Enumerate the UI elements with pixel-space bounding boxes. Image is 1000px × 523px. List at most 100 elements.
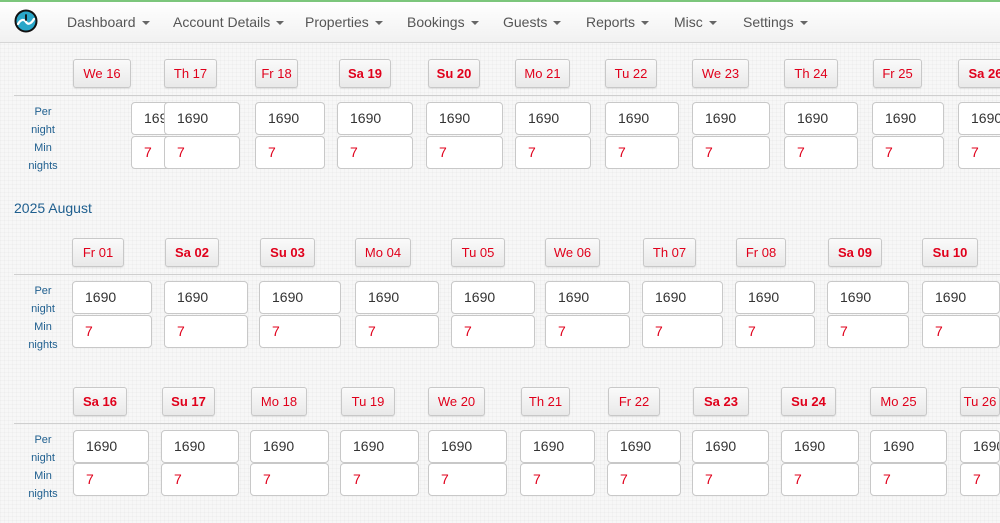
min-nights-input[interactable]: 7 [784, 136, 858, 169]
price-per-night-input[interactable]: 1690 [355, 281, 439, 314]
price-per-night-input[interactable]: 1690 [642, 281, 723, 314]
day-button[interactable]: We 06 [545, 238, 600, 267]
price-per-night-input[interactable]: 1690 [428, 430, 507, 463]
day-button[interactable]: Tu 05 [451, 238, 505, 267]
min-nights-input[interactable]: 7 [255, 136, 325, 169]
nav-reports[interactable]: Reports [586, 2, 650, 43]
price-per-night-input[interactable]: 1690 [451, 281, 535, 314]
min-nights-input[interactable]: 7 [781, 463, 859, 496]
day-button[interactable]: Su 24 [781, 387, 836, 416]
day-button[interactable]: Sa 09 [828, 238, 882, 267]
day-button[interactable]: Sa 02 [165, 238, 219, 267]
price-per-night-input[interactable]: 1690 [872, 102, 944, 135]
min-nights-input[interactable]: 7 [426, 136, 503, 169]
logo-icon[interactable] [14, 9, 38, 33]
price-per-night-input[interactable]: 1690 [784, 102, 858, 135]
nav-account-details[interactable]: Account Details [173, 2, 285, 43]
min-nights-input[interactable]: 7 [870, 463, 947, 496]
min-nights-input[interactable]: 7 [337, 136, 413, 169]
price-per-night-input[interactable]: 1690 [960, 430, 1000, 463]
day-button[interactable]: Sa 23 [693, 387, 749, 416]
price-per-night-input[interactable]: 1690 [520, 430, 595, 463]
price-per-night-input[interactable]: 1690 [426, 102, 503, 135]
min-nights-input[interactable]: 7 [161, 463, 239, 496]
min-nights-input[interactable]: 7 [958, 136, 1000, 169]
min-nights-input[interactable]: 7 [428, 463, 507, 496]
nav-guests[interactable]: Guests [503, 2, 562, 43]
price-per-night-input[interactable]: 1690 [337, 102, 413, 135]
nav-bookings[interactable]: Bookings [407, 2, 479, 43]
price-per-night-input[interactable]: 1690 [259, 281, 341, 314]
min-nights-input[interactable]: 7 [259, 315, 341, 348]
min-nights-input[interactable]: 7 [922, 315, 1000, 348]
min-nights-input[interactable]: 7 [515, 136, 591, 169]
price-per-night-input[interactable]: 1690 [958, 102, 1000, 135]
day-button[interactable]: Fr 22 [608, 387, 660, 416]
day-button[interactable]: Fr 08 [736, 238, 786, 267]
day-button[interactable]: Sa 26 [958, 59, 1000, 88]
min-nights-input[interactable]: 7 [827, 315, 909, 348]
day-button[interactable]: Th 24 [784, 59, 838, 88]
price-per-night-input[interactable]: 1690 [255, 102, 325, 135]
min-nights-input[interactable]: 7 [355, 315, 439, 348]
day-button[interactable]: Su 03 [260, 238, 315, 267]
price-per-night-input[interactable]: 1690 [164, 102, 240, 135]
price-per-night-input[interactable]: 1690 [781, 430, 859, 463]
day-button[interactable]: Tu 19 [341, 387, 395, 416]
price-per-night-input[interactable]: 1690 [605, 102, 679, 135]
price-per-night-input[interactable]: 1690 [340, 430, 419, 463]
day-button[interactable]: Th 07 [643, 238, 696, 267]
min-nights-input[interactable]: 7 [692, 463, 769, 496]
day-button[interactable]: Su 10 [922, 238, 978, 267]
price-per-night-input[interactable]: 1690 [515, 102, 591, 135]
min-nights-input[interactable]: 7 [340, 463, 419, 496]
day-button[interactable]: Tu 26 [960, 387, 1000, 416]
min-nights-input[interactable]: 7 [872, 136, 944, 169]
min-nights-input[interactable]: 7 [642, 315, 723, 348]
day-button[interactable]: Su 17 [162, 387, 215, 416]
min-nights-input[interactable]: 7 [692, 136, 770, 169]
price-per-night-input[interactable]: 1690 [922, 281, 1000, 314]
min-nights-input[interactable]: 7 [607, 463, 681, 496]
min-nights-input[interactable]: 7 [451, 315, 535, 348]
day-button[interactable]: Th 17 [164, 59, 217, 88]
min-nights-input[interactable]: 7 [545, 315, 630, 348]
min-nights-input[interactable]: 7 [73, 463, 149, 496]
price-per-night-input[interactable]: 1690 [827, 281, 909, 314]
price-per-night-input[interactable]: 1690 [735, 281, 815, 314]
min-nights-input[interactable]: 7 [605, 136, 679, 169]
day-button[interactable]: Fr 25 [873, 59, 922, 88]
min-nights-input[interactable]: 7 [520, 463, 595, 496]
day-button[interactable]: We 23 [692, 59, 749, 88]
min-nights-input[interactable]: 7 [72, 315, 152, 348]
day-button[interactable]: Fr 18 [255, 59, 298, 88]
nav-properties[interactable]: Properties [305, 2, 383, 43]
price-per-night-input[interactable]: 1690 [692, 102, 770, 135]
price-per-night-input[interactable]: 1690 [870, 430, 947, 463]
price-per-night-input[interactable]: 1690 [250, 430, 329, 463]
price-per-night-input[interactable]: 1690 [72, 281, 152, 314]
min-nights-input[interactable]: 7 [960, 463, 1000, 496]
day-button[interactable]: Fr 01 [72, 238, 124, 267]
price-per-night-input[interactable]: 1690 [164, 281, 248, 314]
min-nights-input[interactable]: 7 [250, 463, 329, 496]
nav-dashboard[interactable]: Dashboard [67, 2, 150, 43]
day-button[interactable]: Su 20 [428, 59, 480, 88]
nav-misc[interactable]: Misc [674, 2, 717, 43]
day-button[interactable]: Mo 21 [515, 59, 570, 88]
day-button[interactable]: Tu 22 [605, 59, 657, 88]
min-nights-input[interactable]: 7 [164, 315, 248, 348]
price-per-night-input[interactable]: 1690 [692, 430, 769, 463]
day-button[interactable]: We 20 [428, 387, 485, 416]
day-button[interactable]: Mo 25 [870, 387, 927, 416]
price-per-night-input[interactable]: 1690 [161, 430, 239, 463]
day-button[interactable]: Sa 19 [339, 59, 391, 88]
day-button[interactable]: Th 21 [521, 387, 570, 416]
min-nights-input[interactable]: 7 [164, 136, 240, 169]
price-per-night-input[interactable]: 1690 [73, 430, 149, 463]
nav-settings[interactable]: Settings [743, 2, 808, 43]
price-per-night-input[interactable]: 1690 [607, 430, 681, 463]
price-per-night-input[interactable]: 1690 [545, 281, 630, 314]
min-nights-input[interactable]: 7 [735, 315, 815, 348]
day-button[interactable]: Sa 16 [73, 387, 127, 416]
